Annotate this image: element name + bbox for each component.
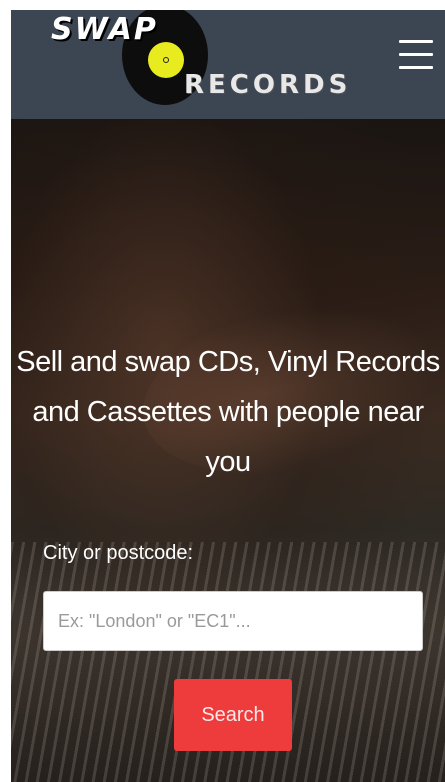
hero-title: Sell and swap CDs, Vinyl Records and Cas… bbox=[16, 346, 440, 478]
menu-bar bbox=[399, 53, 433, 56]
menu-bar bbox=[399, 40, 433, 43]
swap-records-logo[interactable]: SWAP RECORDS bbox=[11, 10, 371, 119]
vinyl-hole-icon bbox=[163, 57, 169, 63]
page: SWAP RECORDS Sell and swap CDs, Vinyl Re… bbox=[0, 0, 445, 782]
hamburger-menu-icon[interactable] bbox=[399, 40, 435, 72]
menu-bar bbox=[399, 66, 433, 69]
logo-text-records: RECORDS bbox=[184, 70, 352, 100]
logo-text-swap: SWAP bbox=[51, 12, 158, 47]
hero-section: Sell and swap CDs, Vinyl Records and Cas… bbox=[11, 119, 445, 782]
city-postcode-input[interactable] bbox=[43, 591, 423, 651]
search-button[interactable]: Search bbox=[174, 679, 292, 751]
search-label: City or postcode: bbox=[43, 542, 194, 564]
site-header: SWAP RECORDS bbox=[11, 10, 445, 119]
